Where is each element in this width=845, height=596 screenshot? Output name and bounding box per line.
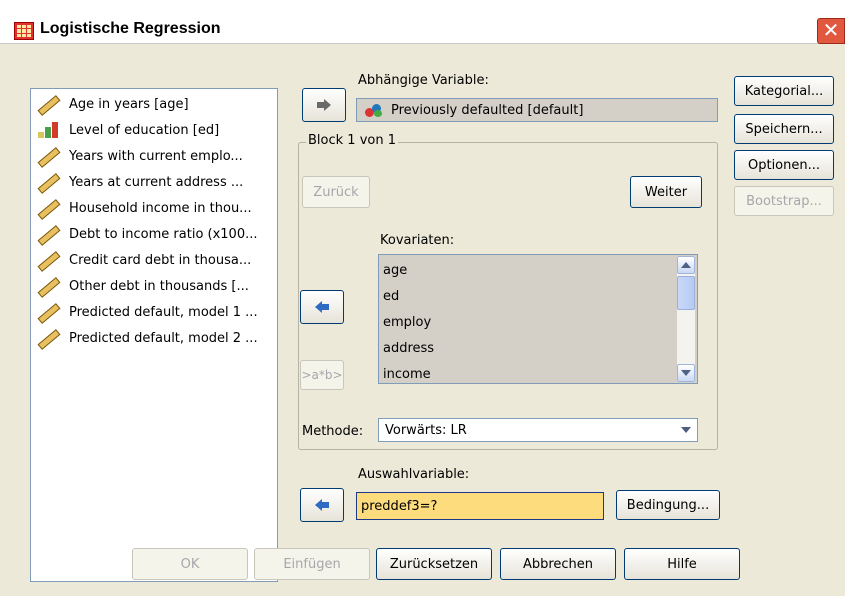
scroll-down-button[interactable] — [677, 364, 695, 382]
move-dependent-button[interactable] — [302, 88, 346, 122]
variable-label: Age in years [age] — [69, 96, 189, 112]
scale-ruler-icon — [35, 328, 61, 350]
scale-ruler-icon — [35, 250, 61, 272]
arrow-left-icon — [315, 301, 329, 313]
scale-ruler-icon — [35, 198, 61, 220]
cancel-button[interactable]: Abbrechen — [500, 548, 616, 580]
variable-label: Predicted default, model 2 ... — [69, 330, 258, 346]
nominal-people-icon — [363, 102, 385, 118]
categorical-button[interactable]: Kategorial... — [734, 76, 834, 106]
method-label: Methode: — [302, 424, 364, 439]
ordinal-bars-icon — [35, 120, 61, 140]
variable-label: Household income in thou... — [69, 200, 252, 216]
dependent-label: Abhängige Variable: — [358, 73, 489, 88]
selection-variable-label: Auswahlvariable: — [358, 467, 470, 482]
scale-ruler-icon — [35, 172, 61, 194]
chevron-up-icon — [681, 262, 691, 268]
variable-label: Debt to income ratio (x100... — [69, 226, 258, 242]
options-button[interactable]: Optionen... — [734, 150, 834, 180]
method-value: Vorwärts: LR — [385, 422, 467, 438]
selection-variable-value: preddef3=? — [361, 498, 438, 514]
covariate-item[interactable]: income — [383, 367, 431, 382]
scale-ruler-icon — [35, 146, 61, 168]
variable-label: Years at current address ... — [69, 174, 244, 190]
next-block-button[interactable]: Weiter — [630, 176, 702, 208]
save-button[interactable]: Speichern... — [734, 114, 834, 144]
scroll-up-button[interactable] — [677, 256, 695, 274]
arrow-left-icon — [315, 499, 329, 511]
window-title: Logistische Regression — [40, 20, 221, 37]
variable-list-item[interactable]: Other debt in thousands [... — [35, 275, 275, 298]
dependent-variable-field[interactable]: Previously defaulted [default] — [356, 98, 718, 122]
title-bar: Logistische Regression ✕ — [0, 0, 845, 44]
variable-label: Predicted default, model 1 ... — [69, 304, 258, 320]
chevron-down-icon — [681, 370, 691, 376]
scale-ruler-icon — [35, 224, 61, 246]
variable-list-item[interactable]: Credit card debt in thousa... — [35, 249, 275, 272]
covariates-list[interactable]: age ed employ address income — [378, 254, 698, 384]
variable-list-item[interactable]: Household income in thou... — [35, 197, 275, 220]
covariate-item[interactable]: employ — [383, 315, 431, 330]
scale-ruler-icon — [35, 94, 61, 116]
paste-button[interactable]: Einfügen — [254, 548, 370, 580]
previous-block-button[interactable]: Zurück — [302, 176, 370, 208]
variable-list-item[interactable]: Years with current emplo... — [35, 145, 275, 168]
rule-button[interactable]: Bedingung... — [616, 490, 720, 520]
covariate-item[interactable]: ed — [383, 289, 399, 304]
variable-list-item[interactable]: Predicted default, model 1 ... — [35, 301, 275, 324]
source-variable-list[interactable]: Age in years [age] Level of education [ed… — [30, 88, 278, 582]
move-covariate-button[interactable] — [300, 290, 344, 324]
method-dropdown[interactable]: Vorwärts: LR — [378, 418, 698, 442]
arrow-right-icon — [317, 99, 331, 111]
variable-list-item[interactable]: Years at current address ... — [35, 171, 275, 194]
variable-label: Credit card debt in thousa... — [69, 252, 252, 268]
chevron-down-icon — [681, 427, 691, 433]
variable-list-item[interactable]: Age in years [age] — [35, 93, 275, 116]
help-button[interactable]: Hilfe — [624, 548, 740, 580]
covariates-label: Kovariaten: — [380, 233, 455, 248]
variable-label: Years with current emplo... — [69, 148, 243, 164]
scroll-thumb[interactable] — [677, 276, 695, 310]
interaction-button[interactable]: >a*b> — [300, 360, 344, 390]
block-title: Block 1 von 1 — [306, 133, 398, 148]
variable-label: Other debt in thousands [... — [69, 278, 249, 294]
dependent-variable-value: Previously defaulted [default] — [391, 102, 584, 118]
ok-button[interactable]: OK — [132, 548, 248, 580]
scale-ruler-icon — [35, 276, 61, 298]
covariates-scrollbar[interactable] — [677, 256, 695, 382]
variable-label: Level of education [ed] — [69, 122, 220, 138]
bootstrap-button[interactable]: Bootstrap... — [734, 186, 834, 216]
selection-variable-field[interactable]: preddef3=? — [356, 492, 604, 520]
variable-list-item[interactable]: Predicted default, model 2 ... — [35, 327, 275, 350]
variable-list-item[interactable]: Debt to income ratio (x100... — [35, 223, 275, 246]
reset-button[interactable]: Zurücksetzen — [376, 548, 492, 580]
scale-ruler-icon — [35, 302, 61, 324]
variable-list-item[interactable]: Level of education [ed] — [35, 119, 275, 141]
move-selection-button[interactable] — [300, 488, 344, 522]
covariate-item[interactable]: age — [383, 263, 407, 278]
close-button[interactable]: ✕ — [817, 18, 845, 44]
covariate-item[interactable]: address — [383, 341, 434, 356]
spss-app-icon — [14, 22, 34, 40]
